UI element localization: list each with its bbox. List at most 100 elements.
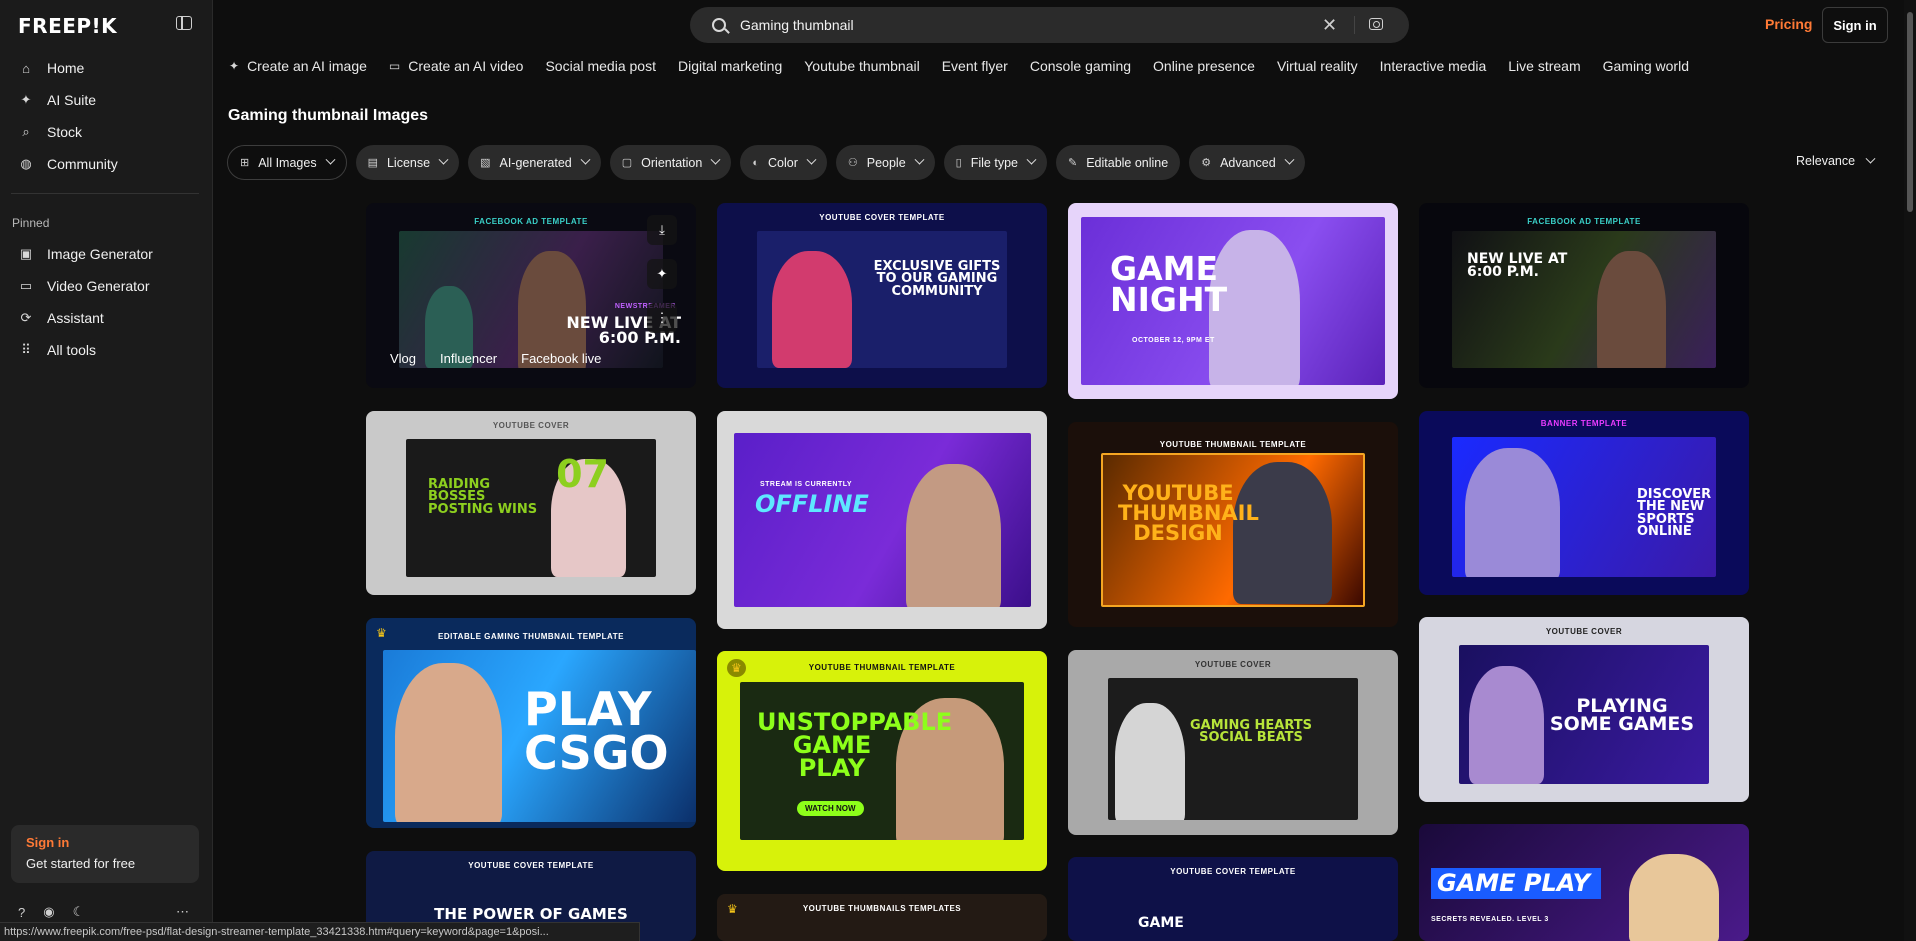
camera-icon[interactable] xyxy=(1369,18,1383,30)
tag-digital-marketing[interactable]: Digital marketing xyxy=(678,58,782,74)
image-card[interactable]: STREAM IS CURRENTLY OFFLINE xyxy=(717,411,1047,629)
ai-icon: ▧ xyxy=(480,157,491,169)
filter-ai-generated[interactable]: ▧ AI-generated xyxy=(468,145,601,180)
filter-label: File type xyxy=(970,155,1018,170)
tag-youtube-thumbnail[interactable]: Youtube thumbnail xyxy=(804,58,919,74)
tag-console-gaming[interactable]: Console gaming xyxy=(1030,58,1131,74)
edit-icon: ✎ xyxy=(1067,157,1078,169)
image-card[interactable]: FACEBOOK AD TEMPLATE NEW LIVE AT 6:00 P.… xyxy=(1419,203,1749,388)
filter-color[interactable]: ◐ Color xyxy=(740,145,827,180)
tag-create-ai-video[interactable]: ▭ Create an AI video xyxy=(389,58,524,74)
image-card[interactable]: BANNER TEMPLATE DISCOVER THE NEW SPORTS … xyxy=(1419,411,1749,595)
image-card[interactable]: YOUTUBE COVER GAMING HEARTS SOCIAL BEATS xyxy=(1068,650,1398,835)
filter-editable-online[interactable]: ✎ Editable online xyxy=(1055,145,1181,180)
card-headline: DISCOVER THE NEW SPORTS ONLINE xyxy=(1637,487,1712,540)
card-caption: YOUTUBE COVER TEMPLATE xyxy=(468,861,594,870)
card-caption: BANNER TEMPLATE xyxy=(1540,419,1628,428)
card-caption: YOUTUBE COVER xyxy=(1545,627,1623,636)
tag-live-stream[interactable]: Live stream xyxy=(1508,58,1580,74)
image-card[interactable]: GAME NIGHT OCTOBER 12, 9PM ET xyxy=(1068,203,1398,399)
sidebar-item-all-tools[interactable]: ⠿ All tools xyxy=(10,334,198,366)
freepik-logo[interactable]: FREEP!K xyxy=(18,14,117,38)
search-input[interactable]: Gaming thumbnail xyxy=(740,17,854,33)
tag-virtual-reality[interactable]: Virtual reality xyxy=(1277,58,1358,74)
download-icon[interactable]: ⤓ xyxy=(647,215,677,245)
more-options-icon[interactable]: ⋮ xyxy=(647,303,677,333)
grid-icon: ⠿ xyxy=(21,342,31,357)
sparkle-icon: ✦ xyxy=(229,59,240,73)
signin-card[interactable]: Sign in Get started for free xyxy=(11,825,199,883)
sidebar-item-video-generator[interactable]: ▭ Video Generator xyxy=(10,270,198,302)
scrollbar-thumb[interactable] xyxy=(1907,12,1913,212)
sidebar-item-label: AI Suite xyxy=(47,92,97,108)
main-nav: ⌂ Home ✦ AI Suite ⌕ Stock ◍ Community xyxy=(10,52,198,180)
filter-all-images[interactable]: ⊞ All Images xyxy=(227,145,347,180)
theme-toggle-icon[interactable]: ☾ xyxy=(73,904,85,920)
hover-tag[interactable]: Facebook live xyxy=(521,351,601,366)
card-headline: GAME PLAY xyxy=(1431,868,1601,899)
image-card[interactable]: FACEBOOK AD TEMPLATE NEWSTREAMER NEW LIV… xyxy=(366,203,696,388)
card-subtitle: SECRETS REVEALED. LEVEL 3 xyxy=(1431,916,1549,923)
signin-button[interactable]: Sign in xyxy=(1822,7,1888,43)
sidebar-item-ai-suite[interactable]: ✦ AI Suite xyxy=(10,84,198,116)
sort-dropdown[interactable]: Relevance xyxy=(1796,153,1876,168)
card-headline: NEW LIVE AT 6:00 P.M. xyxy=(1467,251,1568,281)
sidebar-item-image-generator[interactable]: ▣ Image Generator xyxy=(10,238,198,270)
tag-online-presence[interactable]: Online presence xyxy=(1153,58,1255,74)
ai-suite-icon: ✦ xyxy=(20,92,32,107)
ai-edit-icon[interactable]: ✦ xyxy=(647,259,677,289)
sidebar-item-label: Stock xyxy=(47,124,83,140)
tag-interactive-media[interactable]: Interactive media xyxy=(1380,58,1487,74)
image-card[interactable]: YOUTUBE COVER 07 RAIDING BOSSES POSTING … xyxy=(366,411,696,595)
image-card[interactable]: ♛ YOUTUBE THUMBNAIL TEMPLATE UNSTOPPABLE… xyxy=(717,651,1047,871)
tag-event-flyer[interactable]: Event flyer xyxy=(942,58,1008,74)
signin-card-title[interactable]: Sign in xyxy=(26,835,184,850)
discord-icon[interactable]: ◉ xyxy=(43,904,54,920)
help-icon[interactable]: ? xyxy=(18,905,25,920)
card-headline: EXCLUSIVE GIFTS TO OUR GAMING COMMUNITY xyxy=(873,259,1001,299)
clear-icon[interactable]: ✕ xyxy=(1322,15,1337,36)
card-headline: OFFLINE xyxy=(755,490,869,518)
sidebar-item-community[interactable]: ◍ Community xyxy=(10,148,198,180)
filter-label: License xyxy=(386,155,431,170)
tag-create-ai-image[interactable]: ✦ Create an AI image xyxy=(229,58,367,74)
page-scrollbar[interactable] xyxy=(1904,0,1916,941)
card-caption: YOUTUBE COVER TEMPLATE xyxy=(1170,867,1296,876)
sidebar-item-assistant[interactable]: ⟳ Assistant xyxy=(10,302,198,334)
filter-label: Orientation xyxy=(641,155,703,170)
card-caption: YOUTUBE COVER TEMPLATE xyxy=(819,213,945,222)
image-icon: ▣ xyxy=(19,246,33,261)
tag-gaming-world[interactable]: Gaming world xyxy=(1603,58,1689,74)
image-card[interactable]: YOUTUBE COVER TEMPLATE GAME xyxy=(1068,857,1398,941)
pricing-link[interactable]: Pricing xyxy=(1765,16,1812,32)
image-card[interactable]: YOUTUBE COVER PLAYING SOME GAMES xyxy=(1419,617,1749,802)
card-caption: YOUTUBE THUMBNAILS TEMPLATES xyxy=(802,904,962,913)
sidebar-item-label: Home xyxy=(47,60,85,76)
filter-license[interactable]: ▤ License xyxy=(355,145,460,180)
filter-people[interactable]: ⚇ People xyxy=(835,145,935,180)
hover-tag[interactable]: Influencer xyxy=(440,351,497,366)
tag-social-media-post[interactable]: Social media post xyxy=(545,58,656,74)
sidebar-item-stock[interactable]: ⌕ Stock xyxy=(10,116,198,148)
filter-advanced[interactable]: ⚙ Advanced xyxy=(1189,145,1305,180)
card-headline: RAIDING BOSSES POSTING WINS xyxy=(428,477,538,517)
card-caption: EDITABLE GAMING THUMBNAIL TEMPLATE xyxy=(438,632,624,641)
video-icon: ▭ xyxy=(19,278,33,293)
image-card[interactable]: ♛ EDITABLE GAMING THUMBNAIL TEMPLATE PLA… xyxy=(366,618,696,828)
search-bar[interactable]: Gaming thumbnail ✕ xyxy=(690,7,1409,43)
hover-tag[interactable]: Vlog xyxy=(390,351,416,366)
filter-orientation[interactable]: ▢ Orientation xyxy=(609,145,732,180)
more-icon[interactable]: ⋯ xyxy=(176,904,189,920)
image-card[interactable]: YOUTUBE THUMBNAIL TEMPLATE YOUTUBE THUMB… xyxy=(1068,422,1398,627)
image-card[interactable]: GAME PLAY SECRETS REVEALED. LEVEL 3 xyxy=(1419,824,1749,941)
filter-file-type[interactable]: ▯ File type xyxy=(943,145,1047,180)
sidebar-toggle-icon[interactable] xyxy=(176,16,192,30)
image-card[interactable]: YOUTUBE COVER TEMPLATE EXCLUSIVE GIFTS T… xyxy=(717,203,1047,388)
video-icon: ▭ xyxy=(388,59,401,73)
sidebar-divider xyxy=(11,193,199,194)
image-card[interactable]: ♛ YOUTUBE THUMBNAILS TEMPLATES xyxy=(717,894,1047,941)
sidebar-item-home[interactable]: ⌂ Home xyxy=(10,52,198,84)
card-headline: GAMING HEARTS SOCIAL BEATS xyxy=(1189,718,1313,746)
sidebar-item-label: Community xyxy=(47,156,118,172)
card-headline: PLAYING SOME GAMES xyxy=(1549,695,1695,736)
